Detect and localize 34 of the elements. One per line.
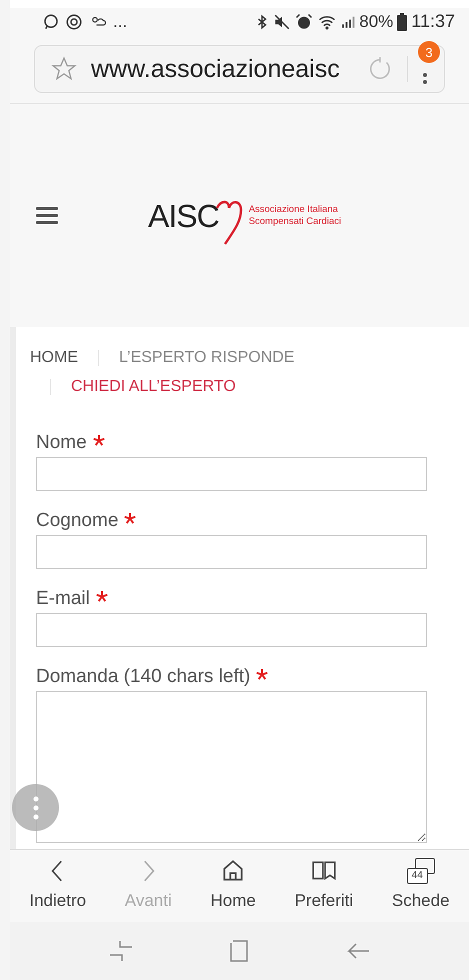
chat-icon xyxy=(42,12,60,31)
star-icon[interactable] xyxy=(51,56,77,82)
toolbar-button[interactable]: 44 Schede xyxy=(392,858,450,914)
floating-menu-button[interactable] xyxy=(12,784,59,831)
logo-tagline: Associazione Italiana xyxy=(248,204,339,216)
battery-icon xyxy=(397,12,408,31)
text-input-field[interactable] xyxy=(36,613,427,648)
alarm-icon xyxy=(295,12,314,31)
recent-apps-icon[interactable] xyxy=(108,939,134,964)
notification-badge: 3 xyxy=(418,41,440,64)
text-input-field[interactable] xyxy=(36,457,427,492)
breadcrumb-link[interactable]: L’ESPERTO RISPONDE xyxy=(119,343,294,372)
more-vertical-icon xyxy=(32,796,38,820)
mute-icon xyxy=(273,12,292,31)
notification-overflow: ... xyxy=(113,11,128,34)
field-label: Cognome xyxy=(36,508,118,533)
question-textarea[interactable] xyxy=(36,691,427,844)
clock: 11:37 xyxy=(411,10,455,34)
toolbar-button[interactable]: Indietro xyxy=(29,858,86,914)
battery-percent: 80% xyxy=(359,11,394,34)
logo-tagline: Scompensati Cardiaci xyxy=(248,216,342,228)
field-label: E-mail xyxy=(36,586,90,611)
logo-text: AISC xyxy=(148,196,219,236)
menu-icon[interactable] xyxy=(36,206,58,225)
bluetooth-icon xyxy=(255,12,270,31)
breadcrumb-link[interactable]: CHIEDI ALL’ESPERTO xyxy=(71,372,236,402)
text-input-field[interactable] xyxy=(36,535,427,570)
more-options-icon[interactable] xyxy=(422,73,428,84)
breadcrumb-link[interactable]: HOME xyxy=(30,343,78,372)
toolbar-button[interactable]: Preferiti xyxy=(294,858,354,914)
field-label: Nome xyxy=(36,430,87,455)
field-label: Domanda (140 chars left) xyxy=(36,664,250,689)
url-text: www.associazioneaisc xyxy=(91,54,341,85)
toolbar-button[interactable]: Home xyxy=(210,858,256,914)
